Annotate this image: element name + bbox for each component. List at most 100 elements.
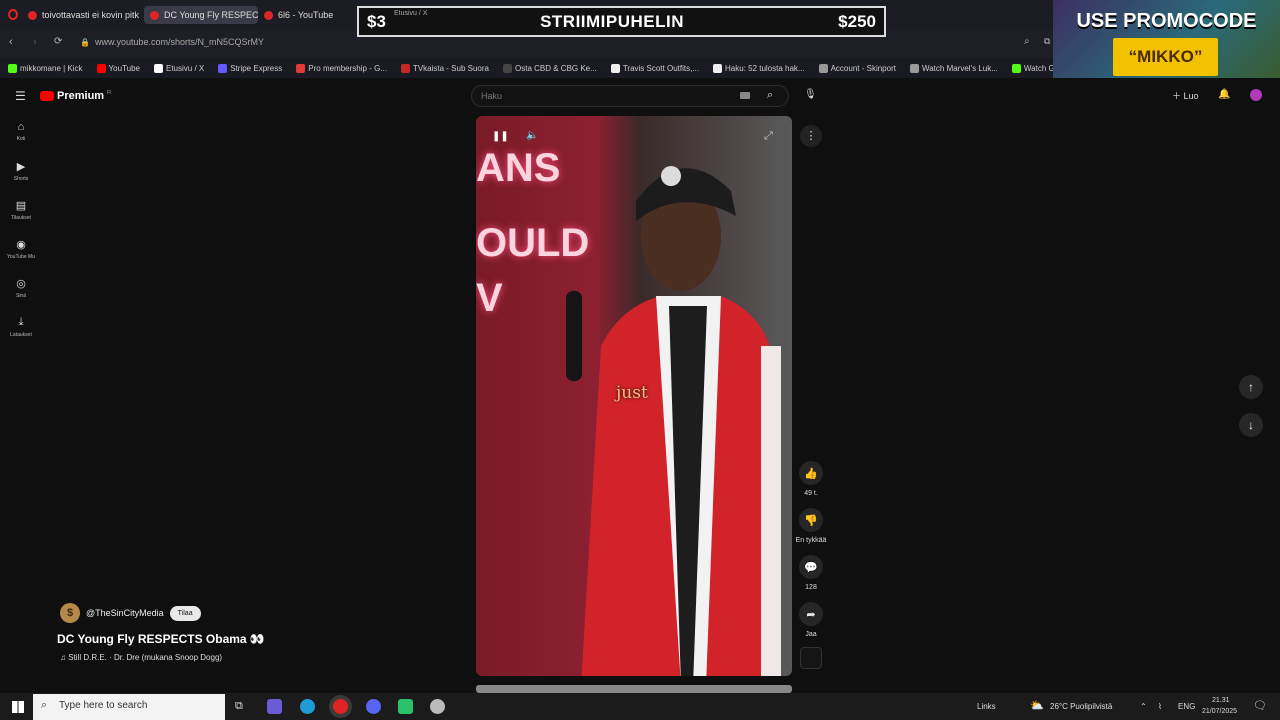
- comments-button[interactable]: 💬 128: [796, 555, 826, 591]
- browser-tab-2-active[interactable]: DC Young Fly RESPEC: [144, 6, 258, 24]
- screenshot-icon[interactable]: ⧉: [1044, 36, 1050, 47]
- shorts-video-player[interactable]: ANS OULD V just ❚❚ 🔈 ⤢: [476, 116, 792, 676]
- notification-center-icon[interactable]: 🗨: [1253, 699, 1267, 712]
- site-info-icon[interactable]: 🔒: [80, 38, 90, 47]
- bookmark-item[interactable]: Osta CBD & CBG Ke...: [503, 63, 597, 73]
- clock-time[interactable]: 21.31: [1212, 697, 1230, 704]
- bookmark-label: Stripe Express: [230, 63, 283, 73]
- weather-text[interactable]: 26°C Puolipilvistä: [1050, 702, 1112, 711]
- create-label: Luo: [1183, 91, 1199, 101]
- audio-thumbnail[interactable]: [800, 647, 822, 669]
- sidebar-item-music[interactable]: ◉ YouTube Mu: [0, 238, 42, 260]
- share-button[interactable]: ➦ Jaa: [796, 602, 826, 638]
- sidebar-item-label: Lataukset: [10, 332, 32, 338]
- sidebar-item-label: YouTube Mu: [7, 254, 35, 260]
- browser-tab-3[interactable]: 6l6 - YouTube: [258, 6, 358, 24]
- opera-icon[interactable]: [333, 699, 348, 714]
- bookmark-item[interactable]: Etusivu / X: [153, 63, 204, 73]
- search-page-icon[interactable]: ⌕: [1024, 36, 1030, 47]
- home-icon: ⌂: [17, 121, 25, 133]
- neon-sign-text-2: OULD: [476, 221, 590, 265]
- dislike-button[interactable]: 👎 En tykkää: [792, 508, 830, 544]
- bookmark-label: Travis Scott Outfits,...: [622, 63, 699, 73]
- notifications-icon[interactable]: 🔔: [1218, 89, 1230, 100]
- previous-short-button[interactable]: ↑: [1239, 375, 1263, 399]
- sidebar-item-subscriptions[interactable]: ▤ Tilaukset: [0, 199, 42, 221]
- sidebar-item-you[interactable]: ◎ Sinä: [0, 277, 42, 299]
- overlay-right-price: $250: [838, 11, 876, 31]
- voice-search-icon[interactable]: 🎙: [804, 89, 817, 100]
- next-short-preview[interactable]: [476, 685, 792, 693]
- clock-date[interactable]: 21/07/2025: [1202, 708, 1237, 715]
- network-icon[interactable]: ⌇: [1158, 702, 1162, 711]
- more-options-icon[interactable]: ⋮: [800, 125, 822, 147]
- next-short-button[interactable]: ↓: [1239, 413, 1263, 437]
- opera-logo-icon[interactable]: [8, 9, 18, 20]
- bookmark-item[interactable]: Stripe Express: [218, 63, 283, 73]
- url-field[interactable]: www.youtube.com/shorts/N_mN5CQSrMY: [95, 37, 264, 47]
- weather-icon[interactable]: ⛅: [1030, 699, 1044, 712]
- browser-tab-1[interactable]: toivottavasti ei kovin pitk: [22, 6, 140, 24]
- fullscreen-icon[interactable]: ⤢: [764, 130, 773, 143]
- bookmark-item[interactable]: YouTube: [96, 63, 140, 73]
- back-icon[interactable]: ‹: [9, 36, 13, 48]
- bookmark-item[interactable]: Account - Skinport: [818, 63, 896, 73]
- app-icon[interactable]: [267, 699, 282, 714]
- bookmark-favicon-icon: [712, 63, 722, 73]
- menu-icon[interactable]: ☰: [15, 89, 26, 103]
- windows-start-icon[interactable]: [12, 701, 24, 713]
- bookmark-item[interactable]: Travis Scott Outfits,...: [610, 63, 699, 73]
- song-row[interactable]: ♫ Still D.R.E. · Dr. Dre (mukana Snoop D…: [60, 653, 222, 662]
- discord-icon[interactable]: [366, 699, 381, 714]
- bookmark-favicon-icon: [96, 63, 106, 73]
- youtube-logo[interactable]: Premium FI: [40, 90, 112, 102]
- subscribe-button[interactable]: Tilaa: [169, 605, 201, 621]
- youtube-tab-icon: [264, 10, 273, 20]
- search-icon[interactable]: ⌕: [767, 89, 773, 102]
- keyboard-icon[interactable]: [740, 92, 750, 99]
- thumbs-up-icon: 👍: [799, 461, 823, 485]
- account-avatar[interactable]: [1250, 89, 1262, 101]
- bookmark-label: Account - Skinport: [830, 63, 896, 73]
- subscriptions-icon: ▤: [15, 200, 27, 212]
- edge-icon[interactable]: [300, 699, 315, 714]
- music-icon: ◉: [16, 239, 26, 251]
- bookmark-label: Haku: 52 tulosta hak...: [724, 63, 805, 73]
- sidebar-item-download[interactable]: ⤓ Lataukset: [0, 316, 42, 338]
- bookmark-item[interactable]: Haku: 52 tulosta hak...: [712, 63, 805, 73]
- channel-name[interactable]: @TheSinCityMedia: [86, 608, 164, 618]
- language-indicator[interactable]: ENG: [1178, 702, 1195, 711]
- bookmark-favicon-icon: [8, 63, 17, 73]
- promo-code-overlay: USE PROMOCODE “MIKKO”: [1053, 0, 1280, 88]
- like-button[interactable]: 👍 49 t.: [796, 461, 826, 497]
- sidebar-item-label: Tilaukset: [11, 215, 31, 221]
- volume-icon[interactable]: 🔈: [526, 130, 538, 141]
- dislike-label: En tykkää: [795, 537, 827, 544]
- channel-avatar[interactable]: $: [60, 603, 80, 623]
- create-button[interactable]: ＋ Luo: [1172, 89, 1199, 102]
- bookmark-item[interactable]: TVkaista - Sub Suora: [400, 63, 489, 73]
- bookmark-item[interactable]: Watch Marvel's Luk...: [909, 63, 998, 73]
- bookmark-item[interactable]: mikkomane | Kick: [8, 63, 83, 73]
- bookmark-favicon-icon: [818, 63, 828, 73]
- bookmark-favicon-icon: [400, 63, 410, 73]
- bookmark-item[interactable]: Pro membership - G...: [296, 63, 387, 73]
- links-toolbar[interactable]: Links: [977, 702, 996, 711]
- bookmark-favicon-icon: [610, 63, 620, 73]
- taskbar-search-input[interactable]: Type here to search: [33, 694, 225, 720]
- sidebar-item-home[interactable]: ⌂ Koti: [0, 121, 42, 142]
- reload-icon[interactable]: ⟳: [54, 36, 62, 47]
- spotify-like-icon[interactable]: [398, 699, 413, 714]
- task-view-icon[interactable]: ⧉: [235, 700, 243, 713]
- share-icon: ➦: [799, 602, 823, 626]
- chevron-up-icon[interactable]: ⌃: [1140, 702, 1147, 711]
- pause-icon[interactable]: ❚❚: [492, 131, 509, 142]
- forward-icon[interactable]: ›: [33, 36, 37, 48]
- sidebar-item-shorts[interactable]: ▶ Shorts: [0, 160, 42, 182]
- sidebar-item-label: Koti: [16, 136, 26, 142]
- overlay-title: STRIIMIPUHELIN: [540, 11, 685, 31]
- microphone-image: [566, 291, 582, 381]
- app-icon[interactable]: [430, 699, 445, 714]
- video-title[interactable]: DC Young Fly RESPECTS Obama 👀: [57, 632, 265, 646]
- logo-country: FI: [107, 89, 112, 96]
